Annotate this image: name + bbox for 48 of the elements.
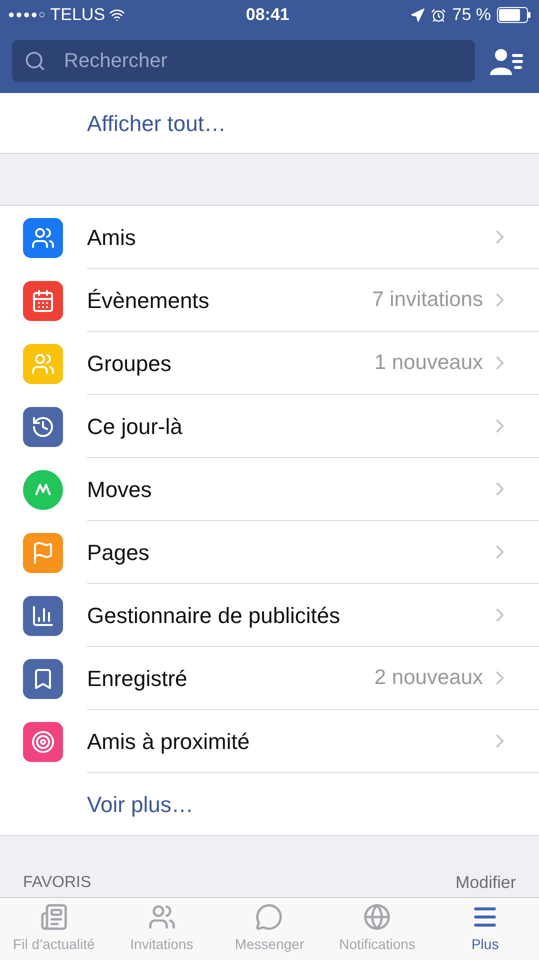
see-more-link[interactable]: Voir plus… bbox=[87, 788, 194, 820]
history-clock-icon bbox=[31, 414, 55, 438]
chat-bubble-icon bbox=[255, 903, 284, 931]
section-header: FAVORIS bbox=[23, 873, 92, 893]
menu-label: Gestionnaire de publicités bbox=[87, 602, 342, 630]
carrier-name: TELUS bbox=[50, 4, 106, 26]
menu-item[interactable]: Pages bbox=[0, 521, 539, 584]
menu-item[interactable]: Amis bbox=[0, 206, 539, 269]
menu-label: Pages bbox=[87, 538, 150, 567]
group-icon bbox=[31, 352, 55, 376]
menu-label: Ce jour-là bbox=[87, 412, 184, 441]
alarm-icon bbox=[431, 8, 446, 22]
menu-item[interactable]: Évènements 7 invitations bbox=[0, 269, 539, 332]
target-icon bbox=[31, 730, 55, 754]
menu-item[interactable]: Gestionnaire de publicités bbox=[0, 584, 539, 647]
menu-detail: 7 invitations bbox=[372, 287, 483, 314]
menu-item[interactable]: Amis à proximité bbox=[0, 710, 539, 773]
menu-label: Enregistré bbox=[87, 664, 188, 693]
user-list-icon bbox=[490, 47, 524, 75]
edit-link[interactable]: Modifier bbox=[456, 870, 516, 895]
menu-label: Groupes bbox=[87, 350, 172, 378]
friends-icon bbox=[148, 903, 176, 931]
friends-icon bbox=[31, 226, 55, 250]
menu-item[interactable]: Groupes 1 nouveaux bbox=[0, 332, 539, 395]
news-feed-icon bbox=[40, 903, 68, 931]
menu-item[interactable]: Ce jour-là bbox=[0, 395, 539, 458]
menu-label: Évènements bbox=[87, 286, 210, 314]
flag-icon bbox=[31, 540, 55, 564]
signal-strength: ●●●●○ bbox=[8, 8, 46, 23]
search-icon bbox=[24, 50, 46, 72]
bar-chart-icon bbox=[31, 604, 55, 628]
menu-detail: 1 nouveaux bbox=[374, 350, 483, 376]
globe-icon bbox=[363, 903, 392, 931]
menu-item[interactable]: Moves bbox=[0, 458, 539, 521]
wifi-icon bbox=[109, 7, 126, 23]
tab-button[interactable]: Plus bbox=[431, 898, 539, 960]
battery-percentage: 75 % bbox=[452, 4, 491, 26]
calendar-icon bbox=[31, 288, 55, 312]
show-all-link[interactable]: Afficher tout… bbox=[87, 106, 226, 140]
menu-detail: 2 nouveaux bbox=[374, 665, 483, 692]
search-field[interactable]: Rechercher bbox=[12, 40, 475, 82]
clock: 08:41 bbox=[246, 4, 290, 26]
menu-item[interactable]: Enregistré 2 nouveaux bbox=[0, 647, 539, 710]
menu-label: Amis à proximité bbox=[87, 728, 251, 756]
menu-label: Amis bbox=[87, 224, 137, 252]
menu-label: Moves bbox=[87, 476, 153, 504]
battery-icon bbox=[496, 7, 531, 23]
location-arrow-icon bbox=[410, 8, 426, 22]
